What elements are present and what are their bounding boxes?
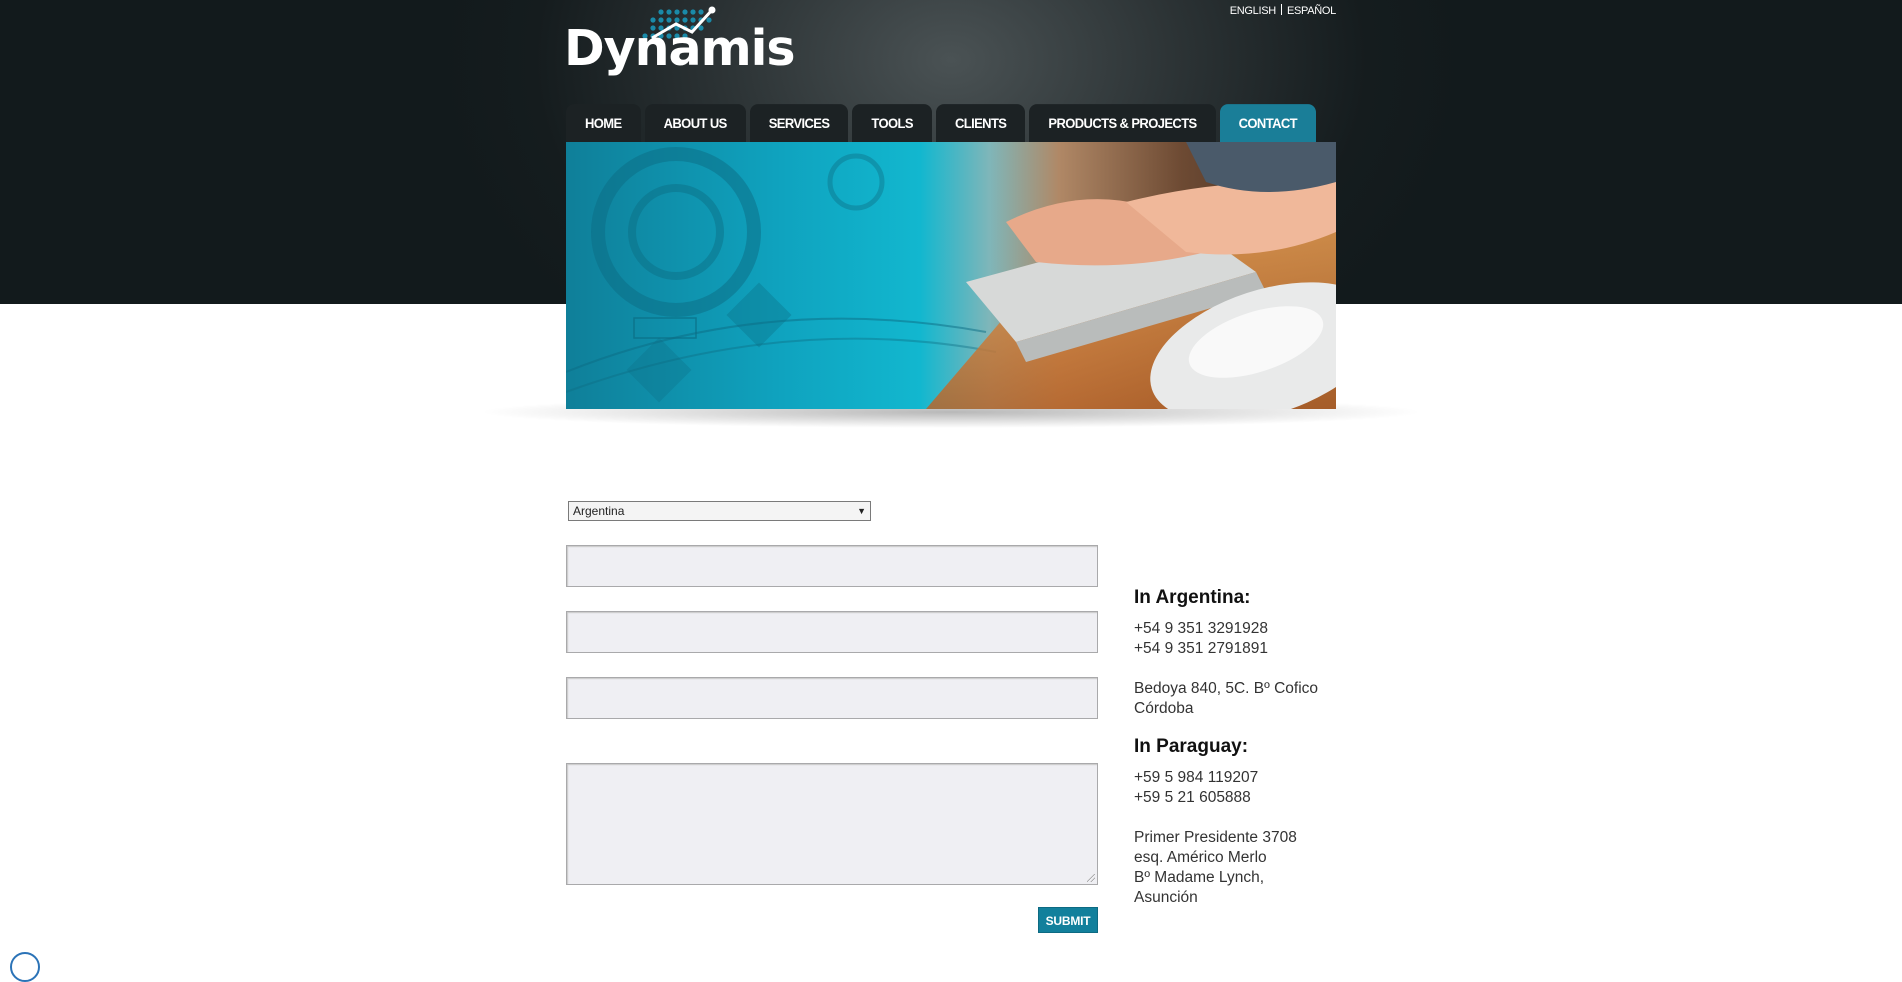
nav-tools[interactable]: TOOLS [852, 104, 932, 143]
email-field[interactable] [566, 611, 1098, 653]
lang-english-link[interactable]: ENGLISH [1230, 5, 1277, 17]
contact-info: In Argentina: +54 9 351 3291928 +54 9 35… [1134, 586, 1354, 908]
page-container: Dynamis ENGLISH ESPAÑOL HOME ABOUT US SER… [476, 0, 1426, 960]
paraguay-address-line-2: esq. Américo Merlo [1134, 849, 1267, 866]
nav-contact[interactable]: CONTACT [1219, 104, 1317, 143]
paraguay-address-line-1: Primer Presidente 3708 [1134, 829, 1297, 846]
banner-image [566, 142, 1336, 409]
nav-home[interactable]: HOME [566, 104, 641, 143]
message-textarea[interactable] [566, 763, 1098, 885]
nav-services[interactable]: SERVICES [749, 104, 849, 143]
country-select-value: Argentina [573, 504, 625, 518]
nav-about-us[interactable]: ABOUT US [644, 104, 746, 143]
lang-divider [1280, 4, 1282, 15]
paraguay-heading: In Paraguay: [1134, 736, 1249, 757]
language-switcher: ENGLISH ESPAÑOL [1230, 4, 1336, 17]
submit-button[interactable]: SUBMIT [1038, 907, 1098, 933]
paraguay-address-line-4: Asunción [1134, 889, 1198, 906]
dropdown-arrow-icon: ▼ [857, 506, 866, 516]
country-select[interactable]: Argentina ▼ [568, 501, 871, 521]
phone-field[interactable] [566, 677, 1098, 719]
nav-clients[interactable]: CLIENTS [935, 104, 1026, 143]
chat-widget-icon[interactable] [10, 952, 40, 982]
argentina-heading: In Argentina: [1134, 587, 1251, 608]
paraguay-address-line-3: Bº Madame Lynch, [1134, 869, 1265, 886]
argentina-phone-2: +54 9 351 2791891 [1134, 640, 1269, 657]
nav-products-projects[interactable]: PRODUCTS & PROJECTS [1029, 104, 1216, 143]
dynamis-logo[interactable]: Dynamis [564, 2, 796, 84]
argentina-address-line-1: Bedoya 840, 5C. Bº Cofico [1134, 680, 1319, 697]
argentina-phone-1: +54 9 351 3291928 [1134, 620, 1269, 637]
hero-banner [566, 142, 1336, 409]
paraguay-phone-1: +59 5 984 119207 [1134, 769, 1259, 786]
name-field[interactable] [566, 545, 1098, 587]
paraguay-phone-2: +59 5 21 605888 [1134, 789, 1251, 806]
main-nav: HOME ABOUT US SERVICES TOOLS CLIENTS PRO… [566, 104, 1320, 143]
argentina-address-line-2: Córdoba [1134, 700, 1194, 717]
logo-wordmark: Dynamis [564, 20, 796, 77]
resize-grip-icon[interactable] [1087, 874, 1095, 882]
lang-spanish-link[interactable]: ESPAÑOL [1287, 5, 1336, 17]
